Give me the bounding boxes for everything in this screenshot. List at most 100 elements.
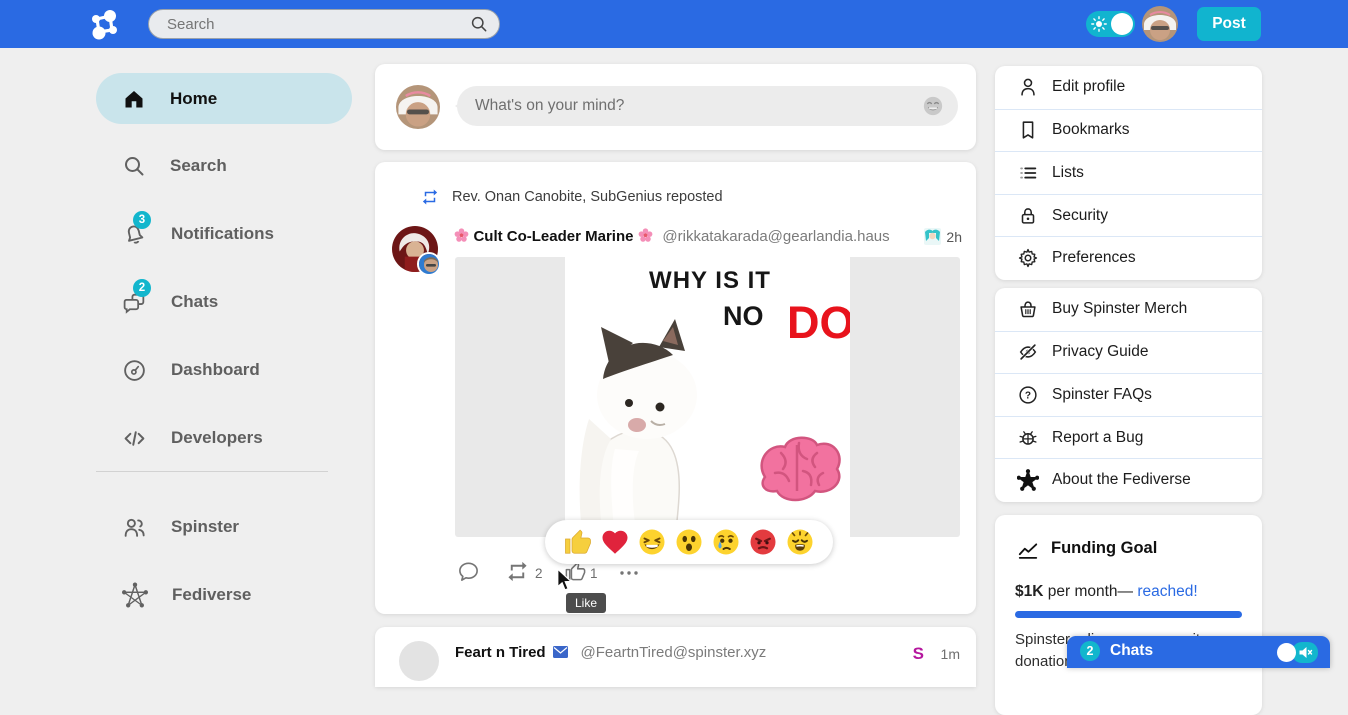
menu-item-faqs[interactable]: ? Spinster FAQs [995, 373, 1262, 416]
menu-item-edit-profile[interactable]: Edit profile [995, 66, 1262, 109]
next-post-avatar[interactable] [399, 641, 439, 681]
instance-avatar-icon [924, 228, 941, 245]
menu-item-label: Security [1052, 207, 1108, 225]
repost-count[interactable]: 2 [535, 566, 543, 581]
eye-off-icon [1017, 341, 1039, 363]
comment-icon[interactable] [457, 560, 480, 583]
repost-button-icon[interactable] [506, 560, 529, 583]
menu-item-label: Bookmarks [1052, 121, 1130, 139]
compose-placeholder: What's on your mind? [475, 97, 922, 115]
sidebar-item-chats[interactable]: 2 Chats [96, 278, 352, 326]
funding-progress-bar [1015, 611, 1242, 618]
sidebar-item-label: Home [170, 89, 217, 109]
menu-item-bookmarks[interactable]: Bookmarks [995, 109, 1262, 152]
laughing-emoji-icon[interactable] [922, 95, 944, 117]
post-button[interactable]: Post [1197, 7, 1261, 41]
compose-user-avatar[interactable] [396, 85, 440, 129]
person-icon [1017, 76, 1039, 98]
bookmark-icon [1017, 119, 1039, 141]
dashboard-icon [122, 358, 147, 383]
menu-item-label: Edit profile [1052, 78, 1125, 96]
like-count[interactable]: 1 [590, 566, 598, 581]
gear-icon [1017, 247, 1039, 269]
home-icon [122, 87, 146, 111]
reaction-crying-icon[interactable] [711, 527, 741, 557]
reaction-heart-icon[interactable] [600, 527, 630, 557]
menu-item-about-fediverse[interactable]: About the Fediverse [995, 458, 1262, 501]
account-menu: Edit profile Bookmarks Lists Security [995, 66, 1262, 280]
next-post-author-handle[interactable]: @FeartnTired@spinster.xyz [581, 644, 767, 661]
svg-text:?: ? [1025, 390, 1031, 401]
funding-period: per month [1043, 583, 1117, 600]
menu-item-label: Buy Spinster Merch [1052, 300, 1187, 318]
meme-text-1: WHY IS IT [605, 267, 815, 295]
reaction-surprised-icon[interactable] [674, 527, 704, 557]
post-author-name[interactable]: Cult Co-Leader Marine [473, 228, 633, 245]
chats-panel-bar[interactable]: 2 Chats [1067, 636, 1330, 668]
menu-item-merch[interactable]: Buy Spinster Merch [995, 288, 1262, 331]
speaker-muted-icon [1299, 646, 1313, 659]
top-bar: Post [0, 0, 1348, 48]
brain-emoji-image [751, 429, 843, 507]
sidebar-item-search[interactable]: Search [96, 142, 352, 190]
sidebar-item-dashboard[interactable]: Dashboard [96, 346, 352, 394]
chats-count-badge: 2 [1080, 641, 1100, 661]
line-chart-icon [1017, 540, 1039, 562]
meme-image: WHY IS IT NO DO [565, 257, 850, 537]
next-post-author-name[interactable]: Feart n Tired [455, 644, 546, 661]
post-media[interactable]: WHY IS IT NO DO [455, 257, 960, 537]
menu-item-privacy-guide[interactable]: Privacy Guide [995, 331, 1262, 374]
funding-goal-card: Funding Goal $1K per month— reached! Spi… [995, 515, 1262, 715]
menu-item-label: Lists [1052, 164, 1084, 182]
search-icon[interactable] [469, 14, 489, 34]
sound-toggle-knob[interactable] [1277, 643, 1296, 662]
user-avatar[interactable] [1142, 6, 1178, 42]
theme-toggle[interactable] [1086, 11, 1135, 37]
funding-separator: — [1118, 583, 1138, 600]
funding-reached-link[interactable]: reached! [1137, 583, 1197, 600]
post-timestamp[interactable]: 2h [946, 229, 962, 245]
menu-item-report-bug[interactable]: Report a Bug [995, 416, 1262, 459]
sidebar-item-notifications[interactable]: 3 Notifications [96, 210, 352, 258]
sidebar-item-fediverse[interactable]: Fediverse [96, 571, 352, 619]
sidebar-item-home[interactable]: Home [96, 73, 352, 124]
more-options-icon[interactable] [618, 566, 640, 580]
next-post-timestamp[interactable]: 1m [941, 646, 960, 662]
repost-icon [421, 188, 439, 206]
reaction-thumbs-up-icon[interactable] [563, 527, 593, 557]
repost-note[interactable]: Rev. Onan Canobite, SubGenius reposted [452, 189, 723, 205]
question-icon: ? [1017, 384, 1039, 406]
menu-item-label: Preferences [1052, 249, 1136, 267]
search-box[interactable] [148, 9, 500, 39]
reaction-angry-icon[interactable] [748, 527, 778, 557]
spinster-logo[interactable] [88, 8, 121, 40]
menu-item-security[interactable]: Security [995, 194, 1262, 237]
sidebar-item-spinster[interactable]: Spinster [96, 503, 352, 551]
funding-amount: $1K [1015, 583, 1043, 600]
lock-icon [1017, 205, 1039, 227]
next-post-header: Feart n Tired @FeartnTired@spinster.xyz [455, 644, 766, 662]
compose-input[interactable]: What's on your mind? [457, 86, 958, 126]
menu-item-lists[interactable]: Lists [995, 151, 1262, 194]
mouse-cursor [555, 568, 575, 592]
reaction-picker [545, 520, 833, 564]
like-tooltip: Like [566, 593, 606, 613]
menu-item-preferences[interactable]: Preferences [995, 236, 1262, 279]
sidebar-item-developers[interactable]: Developers [96, 414, 352, 462]
menu-item-label: Privacy Guide [1052, 343, 1148, 361]
funding-title: Funding Goal [1051, 539, 1157, 558]
toggle-knob[interactable] [1111, 13, 1133, 35]
menu-item-label: Report a Bug [1052, 429, 1143, 447]
sidebar-item-label: Spinster [171, 517, 239, 537]
reaction-weary-icon[interactable] [785, 527, 815, 557]
post-author-handle[interactable]: @rikkatakarada@gearlandia.haus [662, 228, 889, 245]
search-icon [122, 154, 146, 178]
reposter-avatar[interactable] [417, 252, 441, 276]
instance-badge: S [913, 644, 924, 664]
flower-emoji-icon [638, 228, 653, 243]
next-post-card: Feart n Tired @FeartnTired@spinster.xyz … [375, 627, 976, 687]
chats-panel-label: Chats [1110, 642, 1153, 660]
search-input[interactable] [165, 15, 469, 34]
resources-menu: Buy Spinster Merch Privacy Guide ? Spins… [995, 288, 1262, 502]
reaction-laughing-icon[interactable] [637, 527, 667, 557]
